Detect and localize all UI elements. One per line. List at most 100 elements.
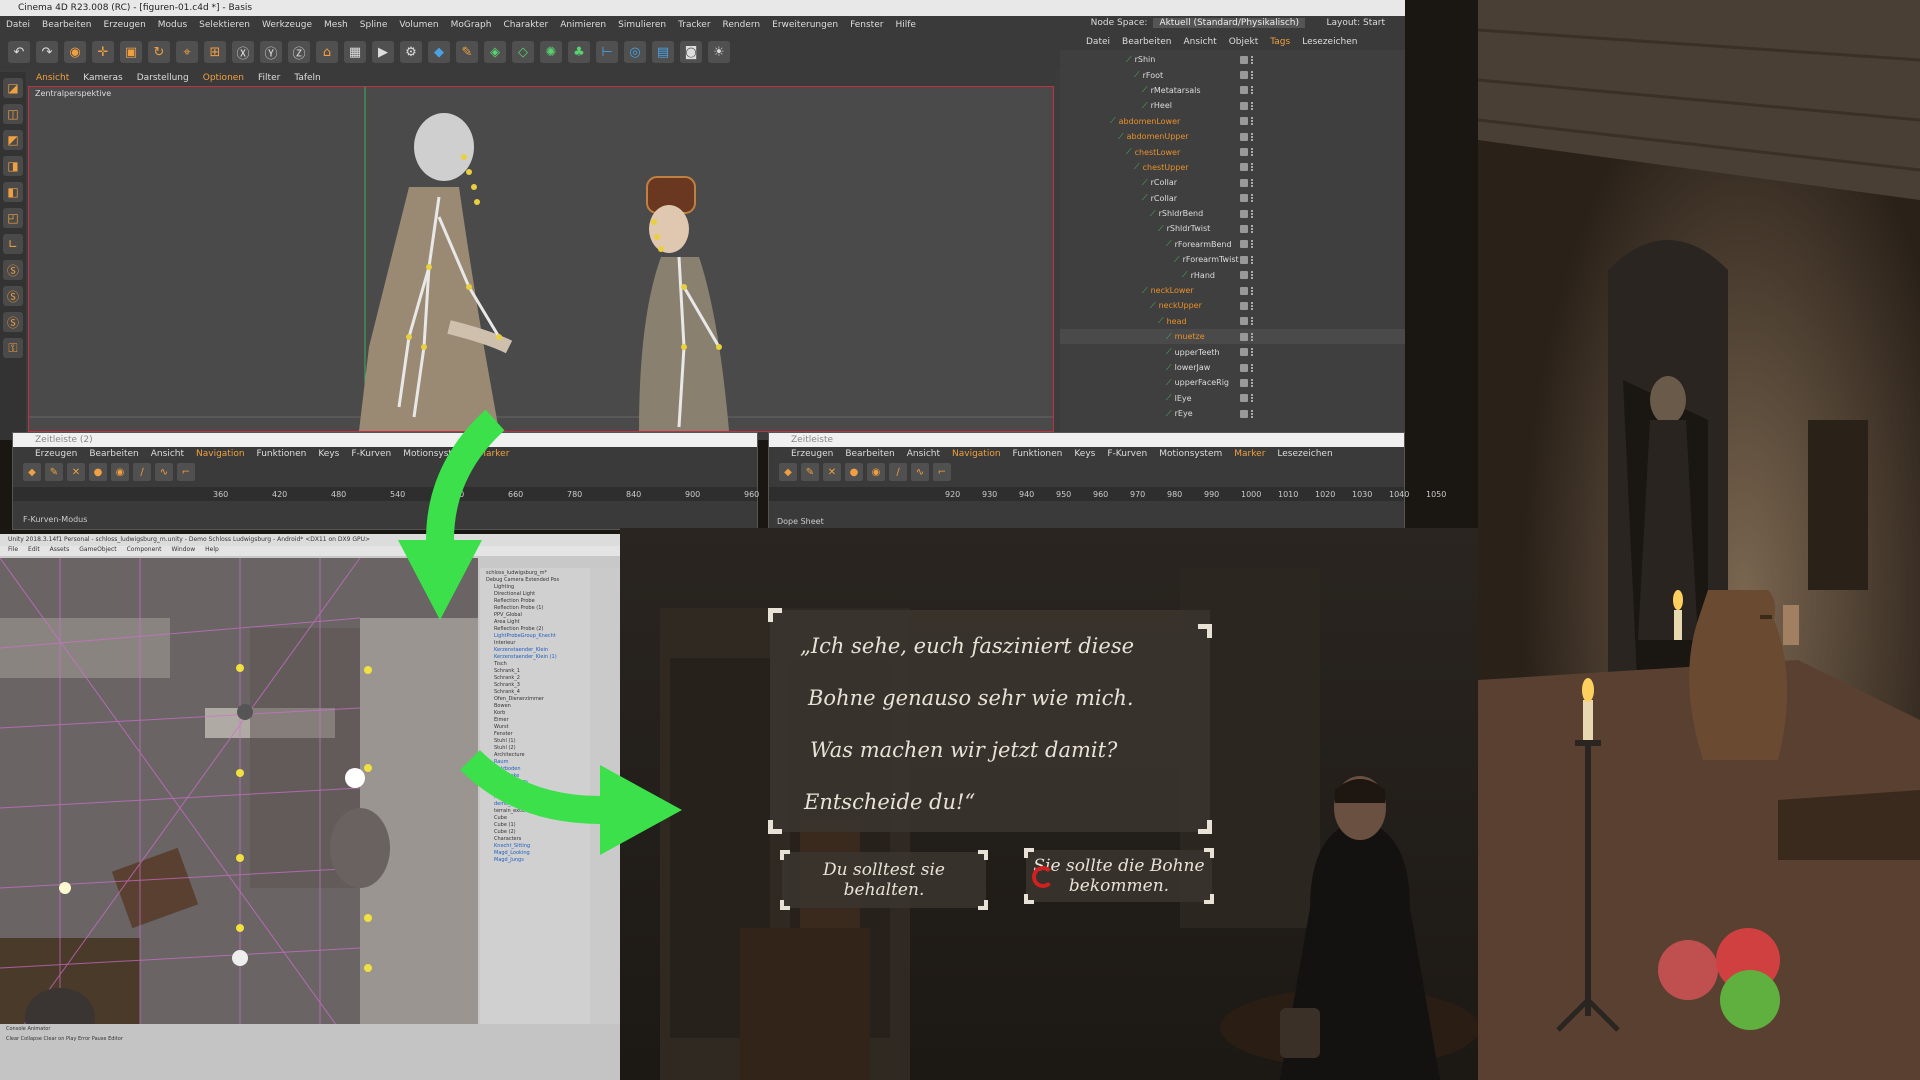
object-row[interactable]: ⟋ head — [1060, 314, 1405, 329]
curve-linear-icon[interactable]: ∕ — [133, 463, 151, 481]
visibility-toggle[interactable] — [1240, 209, 1248, 218]
hierarchy-item[interactable]: Schrank_4 — [482, 689, 588, 696]
curve-linear-icon[interactable]: ∕ — [889, 463, 907, 481]
tag-icon[interactable]: ◎ — [624, 41, 646, 63]
visibility-toggle[interactable] — [1240, 224, 1248, 233]
viewport-menu-optionen[interactable]: Optionen — [203, 73, 244, 83]
visibility-toggle[interactable] — [1240, 55, 1248, 64]
obj-menu-lesezeichen[interactable]: Lesezeichen — [1302, 37, 1357, 47]
light-icon[interactable]: ☀ — [708, 41, 730, 63]
visibility-toggle[interactable] — [1240, 348, 1248, 357]
object-row[interactable]: ⟋ neckUpper — [1060, 298, 1405, 313]
render-dots-icon[interactable] — [1251, 178, 1254, 187]
key-edit-icon[interactable]: ✎ — [801, 463, 819, 481]
visibility-toggle[interactable] — [1240, 178, 1248, 187]
console-buttons[interactable]: Clear Collapse Clear on Play Error Pause… — [0, 1034, 620, 1044]
menu-hilfe[interactable]: Hilfe — [895, 20, 915, 30]
unity-menu-edit[interactable]: Edit — [28, 546, 40, 556]
hierarchy-item[interactable]: Tisch — [482, 661, 588, 668]
model-mode-icon[interactable]: ◪ — [3, 78, 23, 98]
hierarchy-item[interactable]: Fenster — [482, 731, 588, 738]
console-tabs[interactable]: Console Animator — [0, 1024, 620, 1034]
hierarchy-item[interactable]: Ofen_Dienerzimmer — [482, 696, 588, 703]
polygons-mode-icon[interactable]: ◧ — [3, 182, 23, 202]
tl-menu-motionsystem[interactable]: Motionsystem — [1159, 449, 1222, 459]
hierarchy-item[interactable]: Wurst — [482, 724, 588, 731]
tl-menu-bearbeiten[interactable]: Bearbeiten — [845, 449, 894, 459]
key-icon[interactable]: ◆ — [23, 463, 41, 481]
render-dots-icon[interactable] — [1251, 394, 1254, 403]
render-dots-icon[interactable] — [1251, 378, 1254, 387]
render-dots-icon[interactable] — [1251, 117, 1254, 126]
object-row[interactable]: ⟋ rForearmTwist — [1060, 252, 1405, 267]
visibility-toggle[interactable] — [1240, 317, 1248, 326]
menu-mesh[interactable]: Mesh — [324, 20, 348, 30]
hierarchy-item[interactable]: Interieur — [482, 640, 588, 647]
hierarchy-item[interactable]: Schrank_1 — [482, 668, 588, 675]
menu-fenster[interactable]: Fenster — [850, 20, 883, 30]
deformer-icon[interactable]: ✺ — [540, 41, 562, 63]
menu-werkzeuge[interactable]: Werkzeuge — [262, 20, 312, 30]
menu-datei[interactable]: Datei — [6, 20, 30, 30]
record-icon[interactable]: ● — [845, 463, 863, 481]
unity-menu-gameobject[interactable]: GameObject — [79, 546, 116, 556]
menu-spline[interactable]: Spline — [360, 20, 388, 30]
unity-menu-file[interactable]: File — [8, 546, 18, 556]
render-dots-icon[interactable] — [1251, 317, 1254, 326]
tl-menu-fkurven[interactable]: F-Kurven — [1107, 449, 1147, 459]
hierarchy-item[interactable]: Bowen — [482, 703, 588, 710]
object-row[interactable]: ⟋ lEye — [1060, 391, 1405, 406]
curve-ease-icon[interactable]: ∿ — [155, 463, 173, 481]
render-dots-icon[interactable] — [1251, 55, 1254, 64]
render-dots-icon[interactable] — [1251, 101, 1254, 110]
c4d-viewport[interactable]: Zentralperspektive — [28, 86, 1054, 432]
tl-menu-navigation[interactable]: Navigation — [952, 449, 1001, 459]
menu-simulieren[interactable]: Simulieren — [618, 20, 666, 30]
render-dots-icon[interactable] — [1251, 163, 1254, 172]
visibility-toggle[interactable] — [1240, 286, 1248, 295]
delete-key-icon[interactable]: ✕ — [823, 463, 841, 481]
hierarchy-item[interactable]: Korb — [482, 710, 588, 717]
viewport-menu-filter[interactable]: Filter — [258, 73, 280, 83]
snap-mode-icon[interactable]: Ⓢ — [3, 312, 23, 332]
render-view-icon[interactable]: ▶ — [372, 41, 394, 63]
visibility-toggle[interactable] — [1240, 255, 1248, 264]
visibility-toggle[interactable] — [1240, 363, 1248, 372]
hierarchy-item[interactable]: Kerzenstaender_Klein — [482, 647, 588, 654]
subdivision-icon[interactable]: ◈ — [484, 41, 506, 63]
live-select-icon[interactable]: ⌖ — [176, 41, 198, 63]
render-dots-icon[interactable] — [1251, 86, 1254, 95]
lock-icon[interactable]: ⚿ — [3, 338, 23, 358]
render-dots-icon[interactable] — [1251, 240, 1254, 249]
snap-settings-icon[interactable]: Ⓢ — [3, 286, 23, 306]
object-row[interactable]: ⟋ rCollar — [1060, 175, 1405, 190]
tl-menu-funktionen[interactable]: Funktionen — [1013, 449, 1063, 459]
obj-menu-bearbeiten[interactable]: Bearbeiten — [1122, 37, 1171, 47]
rotate-icon[interactable]: ↻ — [148, 41, 170, 63]
snap-icon[interactable]: Ⓢ — [3, 260, 23, 280]
unity-menu-assets[interactable]: Assets — [50, 546, 70, 556]
viewport-menu-ansicht[interactable]: Ansicht — [36, 73, 69, 83]
unity-menu-window[interactable]: Window — [171, 546, 195, 556]
transform-icon[interactable]: ⊞ — [204, 41, 226, 63]
render-dots-icon[interactable] — [1251, 255, 1254, 264]
hierarchy-item[interactable]: LightProbeGroup_Knecht — [482, 633, 588, 640]
render-dots-icon[interactable] — [1251, 148, 1254, 157]
tl-menu-lesezeichen[interactable]: Lesezeichen — [1277, 449, 1332, 459]
object-row[interactable]: ⟋ rFoot — [1060, 67, 1405, 82]
visibility-toggle[interactable] — [1240, 409, 1248, 418]
object-row[interactable]: ⟋ rForearmBend — [1060, 237, 1405, 252]
field-icon[interactable]: ⊢ — [596, 41, 618, 63]
object-row[interactable]: ⟋ neckLower — [1060, 283, 1405, 298]
choice-keep-button[interactable]: Du solltest sie behalten. — [780, 850, 988, 910]
menu-rendern[interactable]: Rendern — [723, 20, 761, 30]
node-space-select[interactable]: Aktuell (Standard/Physikalisch) — [1153, 18, 1305, 28]
autokey-icon[interactable]: ◉ — [867, 463, 885, 481]
render-dots-icon[interactable] — [1251, 348, 1254, 357]
unity-menu-help[interactable]: Help — [205, 546, 219, 556]
tl-menu-erzeugen[interactable]: Erzeugen — [791, 449, 833, 459]
visibility-toggle[interactable] — [1240, 132, 1248, 141]
object-row[interactable]: ⟋ rCollar — [1060, 191, 1405, 206]
render-dots-icon[interactable] — [1251, 224, 1254, 233]
workplane-icon[interactable]: ∟ — [3, 234, 23, 254]
